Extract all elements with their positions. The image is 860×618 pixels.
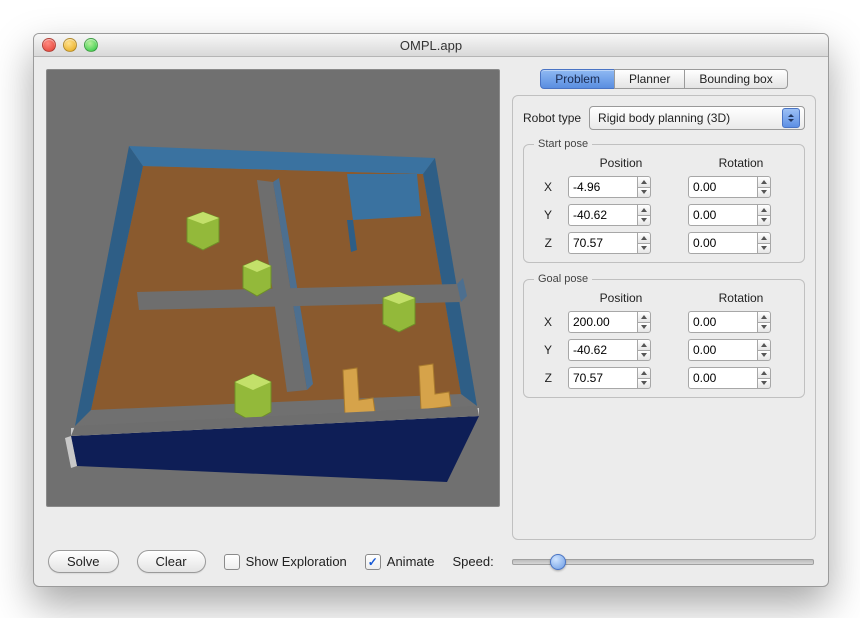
step-down-icon[interactable] xyxy=(637,243,651,255)
goal-pose-legend: Goal pose xyxy=(534,273,592,285)
checkbox-icon: ✓ xyxy=(365,554,381,570)
step-up-icon[interactable] xyxy=(757,204,771,215)
step-down-icon[interactable] xyxy=(757,215,771,227)
start-x-rotation-input[interactable] xyxy=(688,176,757,198)
goal-z-rotation-input[interactable] xyxy=(688,367,757,389)
goal-x-position[interactable] xyxy=(568,311,674,333)
goal-z-rotation[interactable] xyxy=(688,367,794,389)
start-y-rotation[interactable] xyxy=(688,204,794,226)
step-down-icon[interactable] xyxy=(757,322,771,334)
step-down-icon[interactable] xyxy=(757,243,771,255)
app-window: OMPL.app xyxy=(33,33,829,587)
dropdown-icon xyxy=(782,108,800,128)
start-z-rotation[interactable] xyxy=(688,232,794,254)
step-down-icon[interactable] xyxy=(637,187,651,199)
tab-planner[interactable]: Planner xyxy=(614,69,685,89)
step-up-icon[interactable] xyxy=(637,367,651,378)
robot-type-value: Rigid body planning (3D) xyxy=(598,111,730,125)
step-down-icon[interactable] xyxy=(757,187,771,199)
step-up-icon[interactable] xyxy=(637,176,651,187)
start-pose-group: Start pose Position Rotation X xyxy=(523,138,805,263)
goal-pose-group: Goal pose Position Rotation X xyxy=(523,273,805,398)
step-up-icon[interactable] xyxy=(757,367,771,378)
goal-y-position-input[interactable] xyxy=(568,339,637,361)
close-icon[interactable] xyxy=(42,38,56,52)
tab-bounding-box[interactable]: Bounding box xyxy=(684,69,787,89)
start-pose-legend: Start pose xyxy=(534,138,592,150)
scene-viewport[interactable] xyxy=(46,69,500,507)
start-z-position-input[interactable] xyxy=(568,232,637,254)
animate-checkbox[interactable]: ✓ Animate xyxy=(365,554,435,570)
goal-y-rotation[interactable] xyxy=(688,339,794,361)
speed-slider[interactable] xyxy=(512,559,814,565)
show-exploration-label: Show Exploration xyxy=(246,554,347,569)
goal-z-position[interactable] xyxy=(568,367,674,389)
step-up-icon[interactable] xyxy=(757,232,771,243)
step-down-icon[interactable] xyxy=(757,350,771,362)
rotation-header: Rotation xyxy=(688,156,794,170)
bottom-toolbar: Solve Clear Show Exploration ✓ Animate S… xyxy=(34,544,828,587)
start-x-rotation[interactable] xyxy=(688,176,794,198)
window-title: OMPL.app xyxy=(34,38,828,53)
start-z-position[interactable] xyxy=(568,232,674,254)
step-down-icon[interactable] xyxy=(637,350,651,362)
start-x-position-input[interactable] xyxy=(568,176,637,198)
rotation-header: Rotation xyxy=(688,291,794,305)
show-exploration-checkbox[interactable]: Show Exploration xyxy=(224,554,347,570)
zoom-icon[interactable] xyxy=(84,38,98,52)
problem-panel: Robot type Rigid body planning (3D) Star… xyxy=(512,95,816,540)
step-up-icon[interactable] xyxy=(637,311,651,322)
axis-x: X xyxy=(534,180,554,194)
clear-button[interactable]: Clear xyxy=(137,550,206,573)
step-up-icon[interactable] xyxy=(637,339,651,350)
start-y-position[interactable] xyxy=(568,204,674,226)
start-y-position-input[interactable] xyxy=(568,204,637,226)
step-up-icon[interactable] xyxy=(757,176,771,187)
axis-z: Z xyxy=(534,236,554,250)
start-z-rotation-input[interactable] xyxy=(688,232,757,254)
goal-x-rotation[interactable] xyxy=(688,311,794,333)
step-up-icon[interactable] xyxy=(757,311,771,322)
robot-type-select[interactable]: Rigid body planning (3D) xyxy=(589,106,805,130)
checkbox-icon xyxy=(224,554,240,570)
goal-y-rotation-input[interactable] xyxy=(688,339,757,361)
goal-z-position-input[interactable] xyxy=(568,367,637,389)
position-header: Position xyxy=(568,291,674,305)
minimize-icon[interactable] xyxy=(63,38,77,52)
robot-type-label: Robot type xyxy=(523,111,581,125)
goal-y-position[interactable] xyxy=(568,339,674,361)
tab-bar: Problem Planner Bounding box xyxy=(512,69,816,89)
axis-x: X xyxy=(534,315,554,329)
tab-problem[interactable]: Problem xyxy=(540,69,615,89)
animate-label: Animate xyxy=(387,554,435,569)
position-header: Position xyxy=(568,156,674,170)
step-down-icon[interactable] xyxy=(637,322,651,334)
start-y-rotation-input[interactable] xyxy=(688,204,757,226)
axis-y: Y xyxy=(534,208,554,222)
side-panel: Problem Planner Bounding box Robot type … xyxy=(512,69,816,540)
speed-label: Speed: xyxy=(452,554,493,569)
axis-y: Y xyxy=(534,343,554,357)
solve-button[interactable]: Solve xyxy=(48,550,119,573)
step-down-icon[interactable] xyxy=(637,378,651,390)
start-x-position[interactable] xyxy=(568,176,674,198)
step-up-icon[interactable] xyxy=(637,204,651,215)
step-down-icon[interactable] xyxy=(637,215,651,227)
window-controls xyxy=(42,38,98,52)
axis-z: Z xyxy=(534,371,554,385)
goal-x-rotation-input[interactable] xyxy=(688,311,757,333)
step-up-icon[interactable] xyxy=(637,232,651,243)
step-down-icon[interactable] xyxy=(757,378,771,390)
titlebar: OMPL.app xyxy=(34,34,828,57)
scene-render xyxy=(47,70,499,506)
step-up-icon[interactable] xyxy=(757,339,771,350)
goal-x-position-input[interactable] xyxy=(568,311,637,333)
